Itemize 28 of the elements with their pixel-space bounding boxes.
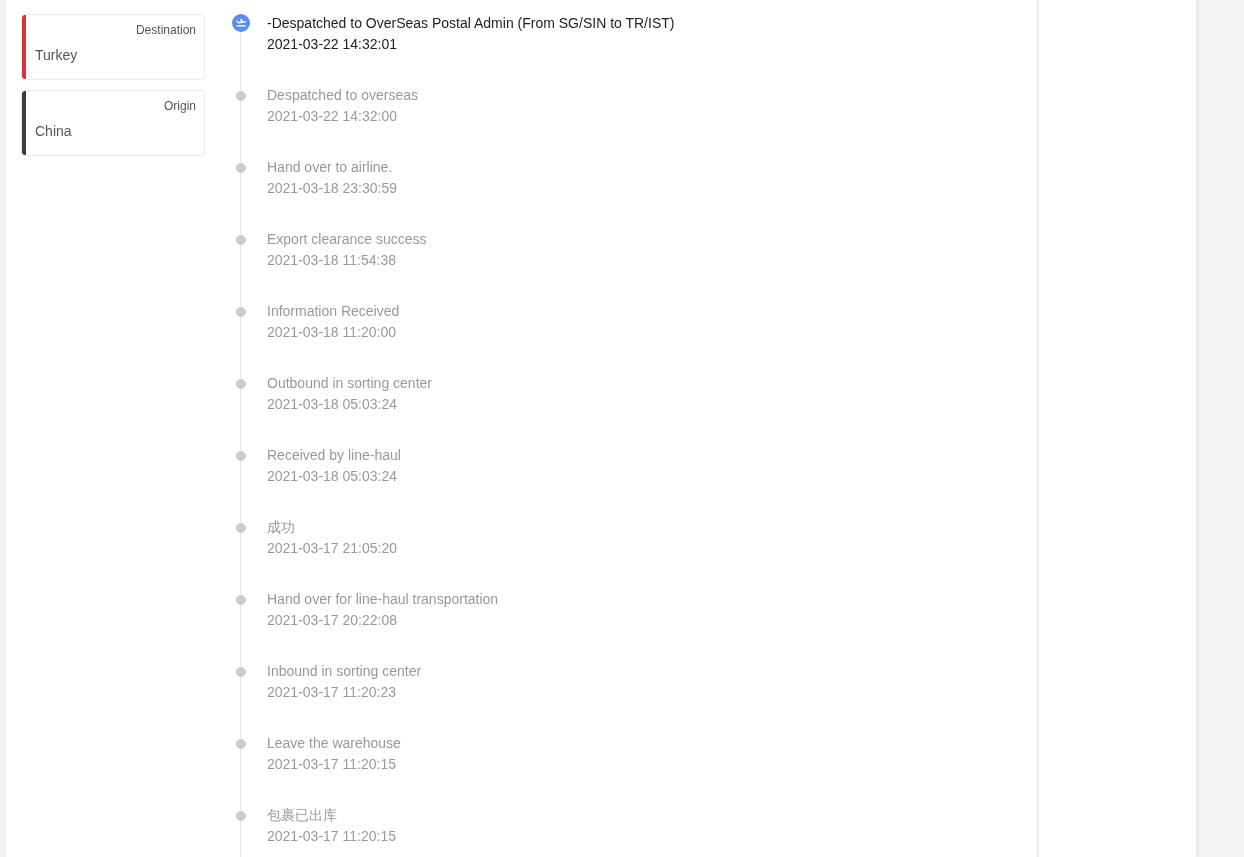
event-time: 2021-03-18 11:20:00	[267, 323, 397, 342]
event-time: 2021-03-18 05:03:24	[267, 467, 398, 486]
card-value: Turkey	[35, 47, 79, 63]
event-time: 2021-03-17 20:22:08	[267, 611, 398, 630]
event-description: -Despatched to OverSeas Postal Admin (From SG/SIN to TR/IST)	[267, 14, 675, 33]
event-description: Hand over to airline.	[267, 158, 394, 177]
card-label: Origin	[164, 99, 196, 113]
event-time: 2021-03-17 21:05:20	[267, 539, 397, 558]
event-description: Inbound in sorting center	[267, 662, 422, 681]
event-description: 包裹已出库	[267, 806, 338, 825]
event-time: 2021-03-18 05:03:24	[267, 395, 398, 414]
event-description: Outbound in sorting center	[267, 374, 432, 393]
event-time: 2021-03-22 14:32:01	[267, 35, 398, 54]
event-description: Leave the warehouse	[267, 734, 401, 753]
event-description: Export clearance success	[267, 230, 427, 249]
event-description: 成功	[267, 518, 296, 537]
event-description: Received by line-haul	[267, 446, 401, 465]
event-description: Hand over for line-haul transportation	[267, 590, 499, 609]
event-time: 2021-03-22 14:32:00	[267, 107, 398, 126]
event-description: Despatched to overseas	[267, 86, 418, 105]
event-description: Information Received	[267, 302, 400, 321]
event-time: 2021-03-17 11:20:23	[267, 683, 397, 702]
card-value: China	[35, 123, 73, 139]
event-time: 2021-03-17 11:20:15	[267, 827, 396, 846]
event-time: 2021-03-18 11:54:38	[267, 251, 397, 270]
card-label: Destination	[135, 23, 196, 37]
event-time: 2021-03-17 11:20:15	[267, 755, 397, 774]
event-time: 2021-03-18 23:30:59	[267, 179, 397, 198]
